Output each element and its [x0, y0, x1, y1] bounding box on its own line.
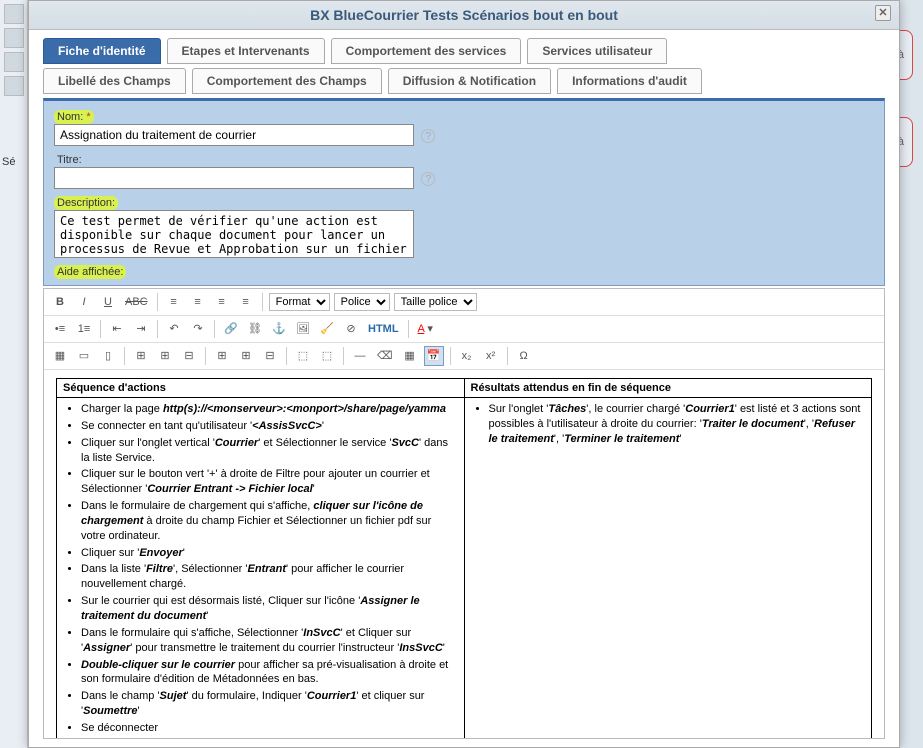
separator — [124, 347, 125, 365]
titre-label: Titre: — [54, 153, 85, 167]
toggle-guidelines-icon[interactable]: ▦ — [400, 346, 420, 366]
separator — [286, 347, 287, 365]
bullet-list-icon[interactable]: •≡ — [50, 319, 70, 339]
close-icon[interactable]: ✕ — [875, 5, 891, 21]
align-left-icon[interactable]: ≡ — [164, 292, 184, 312]
split-cell-icon[interactable]: ⬚ — [293, 346, 313, 366]
dialog-title: BX BlueCourrier Tests Scénarios bout en … — [310, 7, 618, 23]
tabs-primary: Fiche d'identité Etapes et Intervenants … — [43, 38, 885, 64]
format-select[interactable]: Format — [269, 293, 330, 311]
description-label: Description: — [54, 196, 118, 210]
align-right-icon[interactable]: ≡ — [212, 292, 232, 312]
separator — [507, 347, 508, 365]
separator — [205, 347, 206, 365]
toolbar-row-3: ▦ ▭ ▯ ⊞ ⊞ ⊟ ⊞ ⊞ ⊟ ⬚ ⬚ — ⌫ ▦ 📅 x₂ — [44, 343, 884, 370]
dialog-body: Fiche d'identité Etapes et Intervenants … — [29, 30, 899, 746]
unlink-icon[interactable]: ⛓ — [245, 319, 265, 339]
tab-services-utilisateur[interactable]: Services utilisateur — [527, 38, 667, 64]
tab-libelle-champs[interactable]: Libellé des Champs — [43, 68, 186, 94]
merge-cell-icon[interactable]: ⬚ — [317, 346, 337, 366]
nom-label: Nom: * — [54, 110, 94, 124]
hr-icon[interactable]: — — [350, 346, 370, 366]
strip-icon[interactable] — [4, 52, 24, 72]
remove-format-icon[interactable]: ⌫ — [374, 346, 396, 366]
separator — [450, 347, 451, 365]
insert-row-after-icon[interactable]: ⊞ — [155, 346, 175, 366]
tab-diffusion-notification[interactable]: Diffusion & Notification — [388, 68, 551, 94]
redo-icon[interactable]: ↷ — [188, 319, 208, 339]
titre-input[interactable] — [54, 167, 414, 189]
number-list-icon[interactable]: 1≡ — [74, 319, 94, 339]
bold-icon[interactable]: B — [50, 292, 70, 312]
app-left-strip: Sé — [0, 0, 28, 748]
anchor-icon[interactable]: ⚓ — [269, 319, 289, 339]
rich-editor: B I U ABC ≡ ≡ ≡ ≡ Format Police Taille p… — [43, 288, 885, 739]
separator — [408, 320, 409, 338]
col-header-resultats: Résultats attendus en fin de séquence — [464, 379, 872, 398]
tab-fiche-identite[interactable]: Fiche d'identité — [43, 38, 161, 64]
table-icon[interactable]: ▦ — [50, 346, 70, 366]
toolbar-row-2: •≡ 1≡ ⇤ ⇥ ↶ ↷ 🔗 ⛓ ⚓ 🖼 🧹 ⊘ HTML A ▾ — [44, 316, 884, 343]
form-panel: Nom: * ? Titre: ? Description: Ce test p… — [43, 98, 885, 286]
help-icon[interactable]: ? — [421, 129, 435, 143]
html-source-icon[interactable]: HTML — [365, 319, 402, 339]
cell-props-icon[interactable]: ▯ — [98, 346, 118, 366]
separator — [262, 293, 263, 311]
font-select[interactable]: Police — [334, 293, 390, 311]
toolbar-row-1: B I U ABC ≡ ≡ ≡ ≡ Format Police Taille p… — [44, 289, 884, 316]
description-textarea[interactable]: Ce test permet de vérifier qu'une action… — [54, 210, 414, 258]
cell-actions[interactable]: Charger la page http(s)://<monserveur>:<… — [57, 398, 465, 739]
indent-icon[interactable]: ⇥ — [131, 319, 151, 339]
outdent-icon[interactable]: ⇤ — [107, 319, 127, 339]
scenario-table: Séquence d'actions Résultats attendus en… — [56, 378, 872, 738]
strip-icon[interactable] — [4, 28, 24, 48]
link-icon[interactable]: 🔗 — [221, 319, 241, 339]
insert-col-before-icon[interactable]: ⊞ — [212, 346, 232, 366]
separator — [157, 320, 158, 338]
clean-icon[interactable]: 🧹 — [317, 319, 337, 339]
subscript-icon[interactable]: x₂ — [457, 346, 477, 366]
editor-content[interactable]: Séquence d'actions Résultats attendus en… — [44, 370, 884, 738]
fontsize-select[interactable]: Taille police — [394, 293, 477, 311]
strip-icon[interactable] — [4, 4, 24, 24]
special-char-icon[interactable]: Ω — [514, 346, 534, 366]
help-icon[interactable]: ? — [421, 172, 435, 186]
insert-row-before-icon[interactable]: ⊞ — [131, 346, 151, 366]
strike-icon[interactable]: ABC — [122, 292, 151, 312]
text-color-icon[interactable]: A ▾ — [415, 319, 436, 339]
tab-informations-audit[interactable]: Informations d'audit — [557, 68, 702, 94]
align-center-icon[interactable]: ≡ — [188, 292, 208, 312]
tab-etapes-intervenants[interactable]: Etapes et Intervenants — [167, 38, 325, 64]
date-icon[interactable]: 📅 — [424, 346, 444, 366]
cell-resultats[interactable]: Sur l'onglet 'Tâches', le courrier charg… — [464, 398, 872, 739]
delete-row-icon[interactable]: ⊟ — [179, 346, 199, 366]
help-icon[interactable]: ⊘ — [341, 319, 361, 339]
italic-icon[interactable]: I — [74, 292, 94, 312]
separator — [157, 293, 158, 311]
image-icon[interactable]: 🖼 — [293, 319, 313, 339]
aide-affichee-label: Aide affichée: — [54, 265, 126, 279]
superscript-icon[interactable]: x² — [481, 346, 501, 366]
side-label: Sé — [2, 156, 25, 168]
align-justify-icon[interactable]: ≡ — [236, 292, 256, 312]
delete-col-icon[interactable]: ⊟ — [260, 346, 280, 366]
underline-icon[interactable]: U — [98, 292, 118, 312]
dialog-window: BX BlueCourrier Tests Scénarios bout en … — [28, 0, 900, 748]
strip-icon[interactable] — [4, 76, 24, 96]
separator — [343, 347, 344, 365]
separator — [100, 320, 101, 338]
tab-comportement-champs[interactable]: Comportement des Champs — [192, 68, 382, 94]
dialog-header: BX BlueCourrier Tests Scénarios bout en … — [29, 1, 899, 30]
tabs-secondary: Libellé des Champs Comportement des Cham… — [43, 68, 885, 94]
col-header-actions: Séquence d'actions — [57, 379, 465, 398]
tab-comportement-services[interactable]: Comportement des services — [331, 38, 522, 64]
row-props-icon[interactable]: ▭ — [74, 346, 94, 366]
undo-icon[interactable]: ↶ — [164, 319, 184, 339]
insert-col-after-icon[interactable]: ⊞ — [236, 346, 256, 366]
separator — [214, 320, 215, 338]
nom-input[interactable] — [54, 124, 414, 146]
